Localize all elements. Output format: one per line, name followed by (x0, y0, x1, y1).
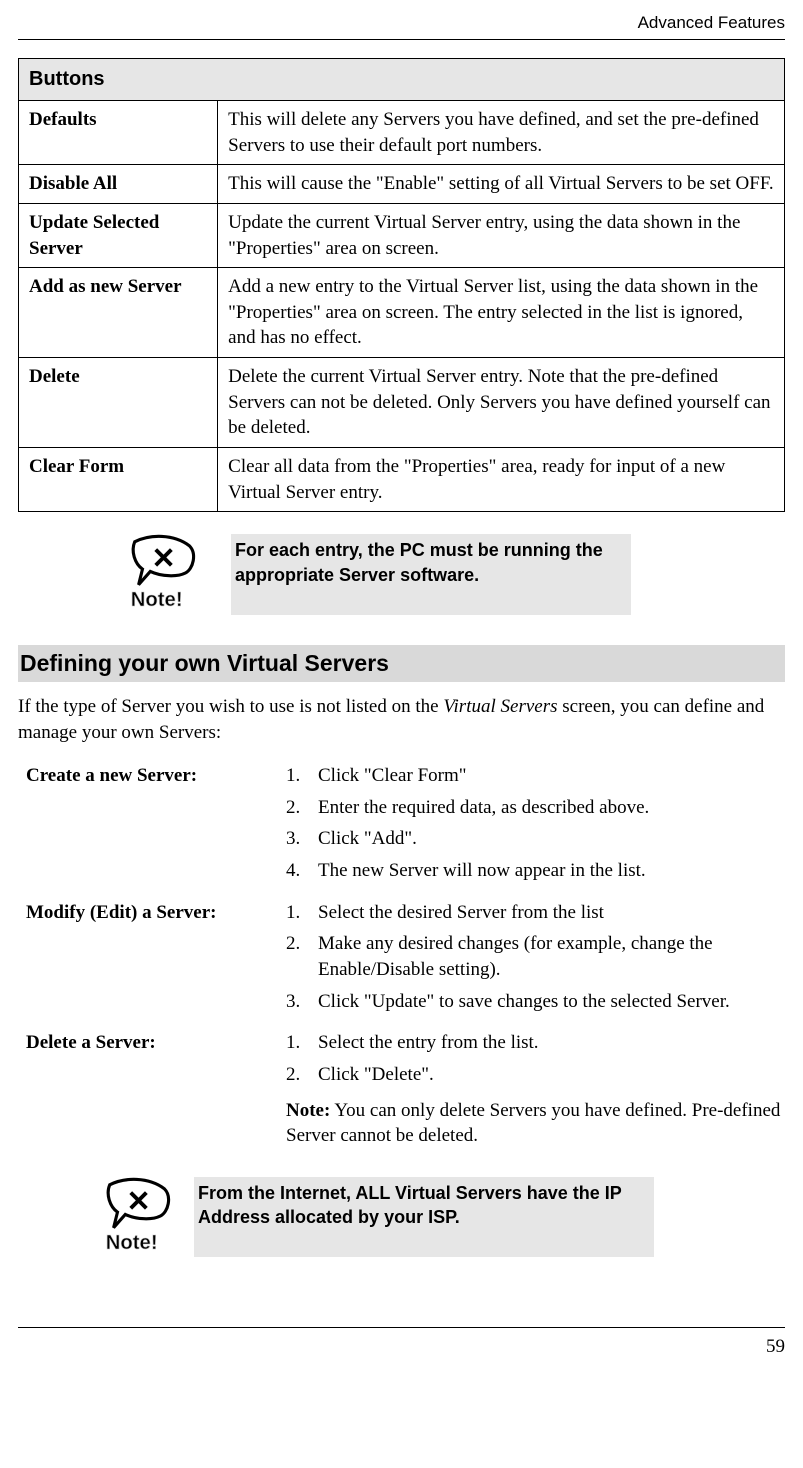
footer: 59 (18, 1327, 785, 1360)
inline-note: Note: You can only delete Servers you ha… (286, 1098, 785, 1149)
table-row: Update Selected Server Update the curren… (19, 203, 785, 267)
svg-text:Note!: Note! (106, 1232, 158, 1254)
step-item: 1.Click "Clear Form" (286, 763, 785, 789)
note-text-spacer (231, 591, 551, 615)
step-text: Make any desired changes (for example, c… (318, 931, 785, 982)
procedure-steps: 1.Select the desired Server from the lis… (286, 900, 785, 1025)
step-item: 2.Click "Delete". (286, 1062, 785, 1088)
step-text: Click "Delete". (318, 1062, 434, 1088)
procedure-label: Delete a Server: (26, 1030, 286, 1056)
button-desc: Delete the current Virtual Server entry.… (218, 358, 785, 448)
button-desc: This will cause the "Enable" setting of … (218, 165, 785, 204)
procedure-label: Create a new Server: (26, 763, 286, 789)
note-text: From the Internet, ALL Virtual Servers h… (194, 1177, 654, 1234)
step-item: 1.Select the desired Server from the lis… (286, 900, 785, 926)
page-number: 59 (766, 1336, 785, 1357)
procedure-row: Modify (Edit) a Server: 1.Select the des… (26, 900, 785, 1025)
buttons-table: Buttons Defaults This will delete any Se… (18, 58, 785, 512)
note-callout: Note! For each entry, the PC must be run… (123, 534, 785, 615)
step-item: 4.The new Server will now appear in the … (286, 858, 785, 884)
button-desc: Add a new entry to the Virtual Server li… (218, 268, 785, 358)
table-row: Clear Form Clear all data from the "Prop… (19, 447, 785, 511)
button-desc: Clear all data from the "Properties" are… (218, 447, 785, 511)
step-text: Enter the required data, as described ab… (318, 795, 649, 821)
buttons-table-header: Buttons (19, 58, 785, 100)
button-desc: Update the current Virtual Server entry,… (218, 203, 785, 267)
note-icon: Note! (123, 534, 201, 612)
step-text: Select the entry from the list. (318, 1030, 539, 1056)
inline-note-label: Note: (286, 1100, 330, 1121)
step-item: 1.Select the entry from the list. (286, 1030, 785, 1056)
step-item: 2.Enter the required data, as described … (286, 795, 785, 821)
step-text: Click "Add". (318, 826, 417, 852)
procedure-steps: 1.Select the entry from the list. 2.Clic… (286, 1030, 785, 1149)
intro-pre: If the type of Server you wish to use is… (18, 696, 443, 717)
step-text: The new Server will now appear in the li… (318, 858, 646, 884)
button-desc: This will delete any Servers you have de… (218, 100, 785, 164)
procedure-label: Modify (Edit) a Server: (26, 900, 286, 926)
header-section-label: Advanced Features (18, 12, 785, 40)
table-row: Add as new Server Add a new entry to the… (19, 268, 785, 358)
table-row: Disable All This will cause the "Enable"… (19, 165, 785, 204)
note-text: For each entry, the PC must be running t… (231, 534, 631, 591)
procedures-block: Create a new Server: 1.Click "Clear Form… (26, 763, 785, 1149)
step-text: Click "Update" to save changes to the se… (318, 989, 730, 1015)
button-name: Clear Form (19, 447, 218, 511)
step-item: 3.Click "Update" to save changes to the … (286, 989, 785, 1015)
note-text-box: For each entry, the PC must be running t… (231, 534, 631, 615)
section-heading: Defining your own Virtual Servers (18, 645, 785, 682)
table-row: Defaults This will delete any Servers yo… (19, 100, 785, 164)
button-name: Disable All (19, 165, 218, 204)
step-item: 2.Make any desired changes (for example,… (286, 931, 785, 982)
note-text-spacer (194, 1233, 444, 1257)
step-text: Click "Clear Form" (318, 763, 467, 789)
procedure-row: Create a new Server: 1.Click "Clear Form… (26, 763, 785, 894)
step-item: 3.Click "Add". (286, 826, 785, 852)
button-name: Defaults (19, 100, 218, 164)
svg-text:Note!: Note! (131, 589, 183, 611)
button-name: Delete (19, 358, 218, 448)
button-name: Update Selected Server (19, 203, 218, 267)
procedure-steps: 1.Click "Clear Form" 2.Enter the require… (286, 763, 785, 894)
note-text-box: From the Internet, ALL Virtual Servers h… (194, 1177, 654, 1258)
step-text: Select the desired Server from the list (318, 900, 604, 926)
inline-note-text: You can only delete Servers you have def… (286, 1100, 780, 1147)
intro-italic: Virtual Servers (443, 696, 557, 717)
table-row: Delete Delete the current Virtual Server… (19, 358, 785, 448)
note-callout: Note! From the Internet, ALL Virtual Ser… (98, 1177, 785, 1258)
procedure-row: Delete a Server: 1.Select the entry from… (26, 1030, 785, 1149)
section-intro: If the type of Server you wish to use is… (18, 694, 785, 745)
button-name: Add as new Server (19, 268, 218, 358)
note-icon: Note! (98, 1177, 176, 1255)
